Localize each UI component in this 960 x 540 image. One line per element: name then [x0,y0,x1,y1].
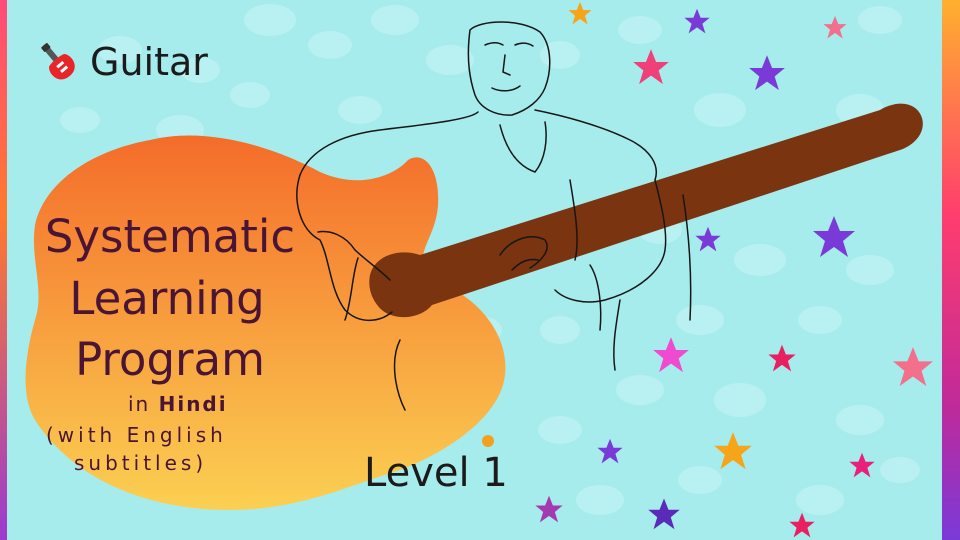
star-decoration [789,512,815,538]
star-decoration [695,226,721,252]
star-decoration [648,498,680,530]
accent-dot [482,435,494,447]
level-number: 1 [482,450,508,496]
star-decoration [714,432,752,470]
star-decoration [849,452,875,478]
course-thumbnail: Guitar Systematic Learning Program in Hi… [0,0,960,540]
title-line-2: Learning [69,272,265,325]
star-decoration [568,1,592,25]
star-decoration [684,8,710,34]
brand-heading: Guitar [36,40,208,84]
level-word: Level [364,450,470,496]
title-line-1: Systematic [44,210,296,263]
star-decoration [653,337,689,373]
brand-label: Guitar [90,40,208,84]
subtitle-line-1: (with English [46,423,227,447]
star-decoration [813,216,855,257]
electric-guitar-icon [41,42,75,80]
language-prefix: in [128,392,151,416]
guitar-neck [369,103,923,318]
level-label: Level 1 [364,450,508,496]
right-edge-strip [942,0,960,540]
star-decoration [893,347,933,387]
language-name: Hindi [158,392,228,416]
star-decoration [535,495,563,523]
star-decoration [823,15,847,39]
title-line-3: Program [75,333,265,386]
star-decoration [768,344,796,372]
star-decoration [633,49,669,85]
left-edge-strip [0,0,7,540]
language-line: in Hindi [128,392,228,416]
subtitle-line-2: subtitles) [74,451,208,475]
star-decoration [749,55,785,91]
star-decoration [597,438,623,464]
